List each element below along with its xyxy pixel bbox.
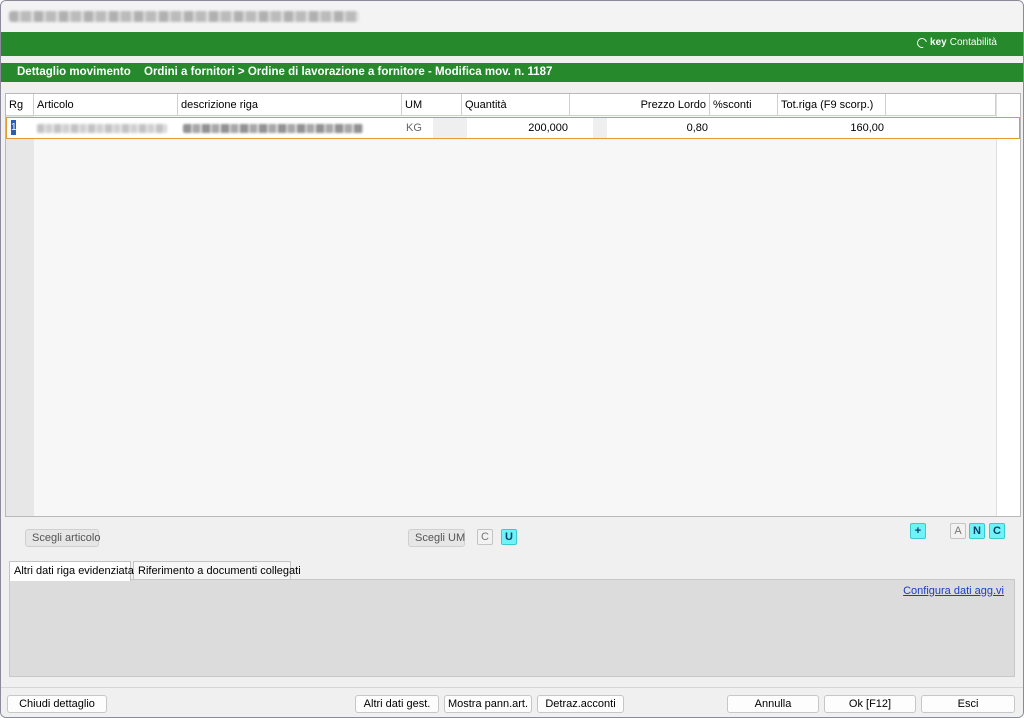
col-header-articolo[interactable]: Articolo xyxy=(34,94,178,116)
grid-header: Rg Articolo descrizione riga UM Quantità… xyxy=(6,94,996,116)
cell-tot-riga[interactable]: 160,00 xyxy=(779,118,887,138)
c-cyan-button[interactable]: C xyxy=(989,523,1005,539)
breadcrumb: Ordini a fornitori > Ordine di lavorazio… xyxy=(144,66,553,78)
scegli-um-button[interactable]: Scegli UM xyxy=(408,529,465,547)
a-button[interactable]: A xyxy=(950,523,966,539)
brand-suffix: Contabilità xyxy=(949,37,997,48)
main-window: key Contabilità Dettaglio movimento Ordin… xyxy=(0,0,1024,718)
detail-grid[interactable]: Rg Articolo descrizione riga UM Quantità… xyxy=(5,93,1021,517)
table-row[interactable]: 1 KG 200,000 0,80 160,00 xyxy=(6,117,1020,139)
ok-button[interactable]: Ok [F12] xyxy=(824,695,916,713)
col-header-sconti[interactable]: %sconti xyxy=(710,94,778,116)
mostra-pann-art-button[interactable]: Mostra pann.art. xyxy=(444,695,532,713)
section-title: Dettaglio movimento xyxy=(17,66,131,78)
tab-panel: Configura dati agg.vi xyxy=(9,579,1015,677)
key-logo-icon xyxy=(915,35,929,50)
u-button[interactable]: U xyxy=(501,529,517,545)
col-header-rg[interactable]: Rg xyxy=(6,94,34,116)
col-header-um[interactable]: UM xyxy=(402,94,462,116)
col-header-descrizione[interactable]: descrizione riga xyxy=(178,94,402,116)
detraz-acconti-button[interactable]: Detraz.acconti xyxy=(537,695,624,713)
cell-shade xyxy=(433,118,467,138)
col-header-tot-riga[interactable]: Tot.riga (F9 scorp.) xyxy=(778,94,886,116)
tab-riferimento-documenti[interactable]: Riferimento a documenti collegati xyxy=(133,561,301,580)
altri-dati-gest-button[interactable]: Altri dati gest. xyxy=(355,695,439,713)
plus-button[interactable]: + xyxy=(910,523,926,539)
cell-sconti[interactable] xyxy=(711,118,779,138)
cell-prezzo-lordo[interactable]: 0,80 xyxy=(607,118,711,138)
col-header-quantita[interactable]: Quantità xyxy=(462,94,570,116)
descrizione-redacted xyxy=(183,124,363,133)
tab-altri-dati-riga[interactable]: Altri dati riga evidenziata xyxy=(9,561,134,581)
brand-bar: key Contabilità xyxy=(1,32,1023,56)
configura-dati-link[interactable]: Configura dati agg.vi xyxy=(903,585,1004,597)
cell-um[interactable]: KG xyxy=(403,118,433,138)
bottom-toolbar: Chiudi dettaglio Altri dati gest. Mostra… xyxy=(1,687,1023,717)
row-number: 1 xyxy=(11,120,17,135)
chiudi-dettaglio-button[interactable]: Chiudi dettaglio xyxy=(7,695,107,713)
window-title-redacted xyxy=(9,11,359,22)
col-header-filler xyxy=(886,94,996,116)
cell-quantita[interactable]: 200,000 xyxy=(467,118,571,138)
title-bar xyxy=(1,1,1023,32)
section-header: Dettaglio movimento Ordini a fornitori >… xyxy=(1,63,1023,82)
brand-logo: key Contabilità xyxy=(915,35,997,50)
cell-shade-2 xyxy=(593,118,607,138)
col-header-prezzo-lordo[interactable]: Prezzo Lordo xyxy=(570,94,710,116)
row-number-column xyxy=(6,94,34,516)
annulla-button[interactable]: Annulla xyxy=(727,695,819,713)
scegli-articolo-button[interactable]: Scegli articolo xyxy=(25,529,100,547)
esci-button[interactable]: Esci xyxy=(921,695,1015,713)
c-button[interactable]: C xyxy=(477,529,493,545)
grid-body: Rg Articolo descrizione riga UM Quantità… xyxy=(6,94,996,516)
brand-prefix: key xyxy=(930,37,947,48)
grid-scroll-area[interactable] xyxy=(996,94,1020,516)
articolo-redacted xyxy=(37,124,167,133)
n-button[interactable]: N xyxy=(969,523,985,539)
